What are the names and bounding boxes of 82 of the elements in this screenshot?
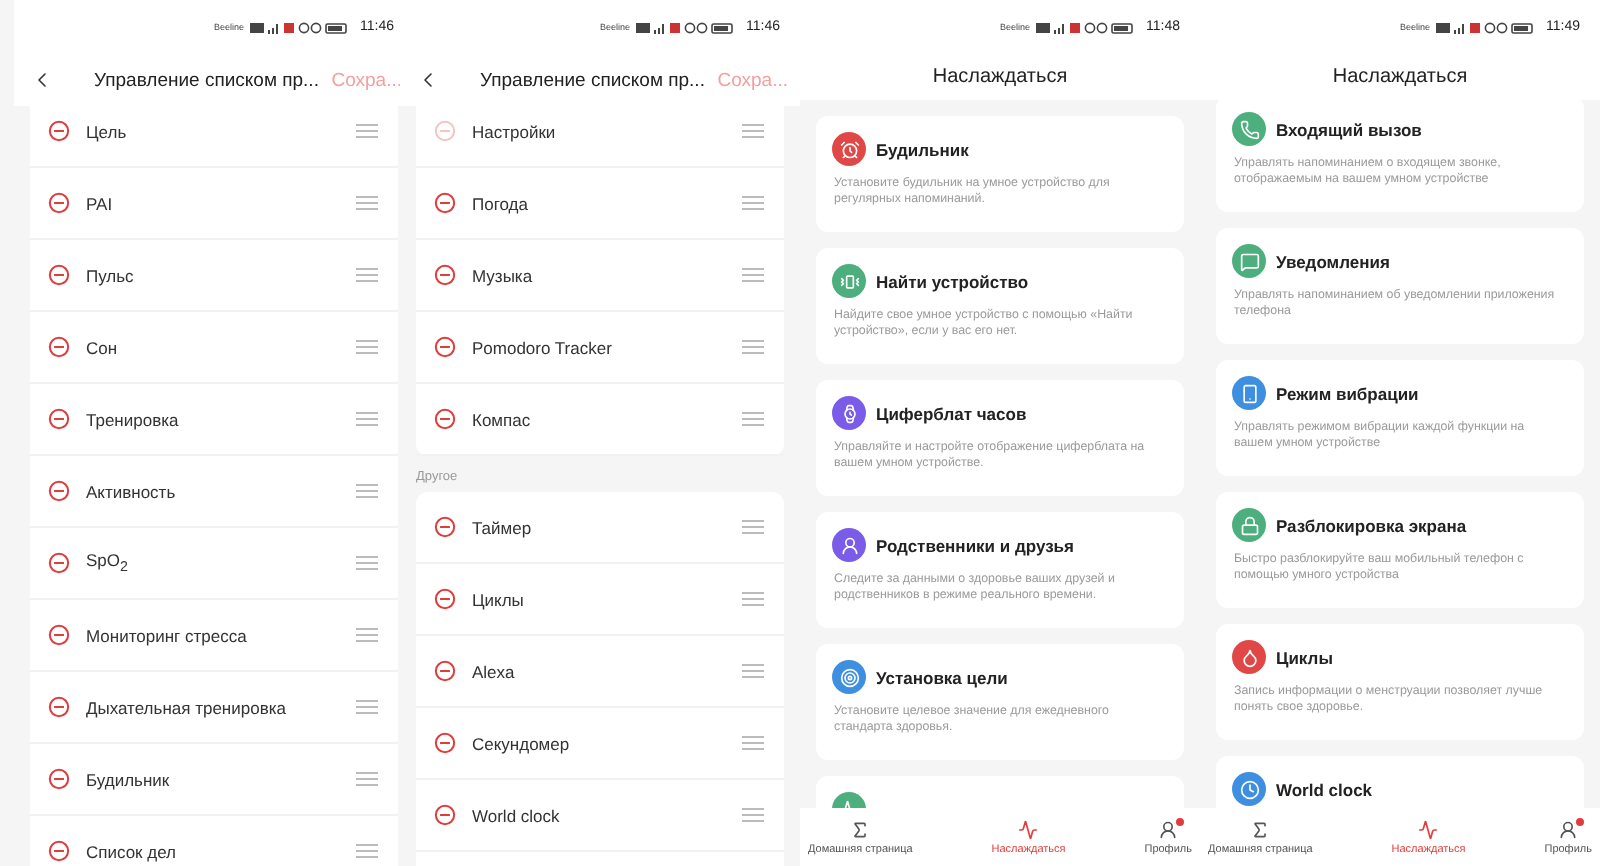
screen-title: Управление списком пр... (92, 69, 320, 91)
list-item-label: Секундомер (472, 733, 572, 753)
list-item-label: Погода (472, 193, 530, 213)
remove-icon[interactable] (48, 624, 70, 646)
remove-icon[interactable] (48, 336, 70, 358)
list-item-label: Alexa (472, 661, 517, 681)
card-title: Найти устройство (876, 271, 1029, 291)
list-item-label: Циклы (472, 589, 526, 609)
remove-icon[interactable] (48, 408, 70, 430)
remove-icon[interactable] (48, 552, 70, 574)
profile-icon (1158, 819, 1179, 839)
list-item-label: Будильник (86, 769, 172, 789)
list-item-label: Активность (86, 481, 178, 501)
sigma-icon (850, 819, 871, 839)
remove-icon[interactable] (48, 696, 70, 718)
drag-handle-icon[interactable] (742, 124, 764, 138)
card-title: World clock (1276, 779, 1373, 799)
remove-icon[interactable] (434, 192, 456, 214)
list-item-label: Список дел (86, 841, 179, 861)
remove-icon[interactable] (48, 480, 70, 502)
drag-handle-icon[interactable] (356, 268, 378, 282)
drag-handle-icon[interactable] (742, 412, 764, 426)
list-item-label: PAI (86, 193, 115, 213)
card-title: Уведомления (1276, 251, 1390, 271)
remove-icon[interactable] (48, 192, 70, 214)
remove-icon[interactable] (48, 120, 70, 142)
drag-handle-icon[interactable] (356, 700, 378, 714)
remove-icon[interactable] (434, 660, 456, 682)
card-title: Циферблат часов (876, 403, 1027, 423)
drag-handle-icon[interactable] (356, 556, 378, 570)
screen-title: Наслаждаться (1332, 66, 1468, 88)
drag-handle-icon[interactable] (742, 592, 764, 606)
list-item-label: Настройки (472, 121, 558, 141)
card-title: Установка цели (876, 667, 1008, 687)
remove-icon[interactable] (434, 516, 456, 538)
drag-handle-icon[interactable] (742, 664, 764, 678)
remove-icon[interactable] (434, 336, 456, 358)
drag-handle-icon[interactable] (356, 844, 378, 858)
remove-icon[interactable] (48, 264, 70, 286)
list-item-label: Цель (86, 121, 129, 141)
list-item-label: Компас (472, 409, 533, 429)
remove-icon[interactable] (434, 804, 456, 826)
list-item-label: Дыхательная тренировка (86, 697, 288, 717)
drag-handle-icon[interactable] (742, 736, 764, 750)
list-item-label: Таймер (472, 517, 534, 537)
drag-handle-icon[interactable] (356, 628, 378, 642)
list-item-label: Мониторинг стресса (86, 625, 249, 645)
drag-handle-icon[interactable] (742, 808, 764, 822)
list-item-label: World clock (472, 805, 562, 825)
drag-handle-icon[interactable] (742, 520, 764, 534)
drag-handle-icon[interactable] (356, 124, 378, 138)
card-title: Разблокировка экрана (1276, 515, 1467, 535)
profile-icon (1558, 819, 1579, 839)
remove-icon[interactable] (434, 408, 456, 430)
card-title: Будильник (876, 139, 969, 159)
sigma-icon (1250, 819, 1271, 839)
drag-handle-icon[interactable] (356, 196, 378, 210)
card-title: Родственники и друзья (876, 535, 1074, 555)
screen-title: Управление списком пр... (478, 69, 706, 91)
drag-handle-icon[interactable] (356, 340, 378, 354)
screen-title: Наслаждаться (932, 66, 1068, 88)
remove-icon[interactable] (434, 732, 456, 754)
list-item-label: Pomodoro Tracker (472, 337, 614, 357)
remove-icon[interactable] (434, 264, 456, 286)
list-item-label: SpO$_{2}$ (86, 550, 130, 576)
remove-icon[interactable] (48, 840, 70, 862)
drag-handle-icon[interactable] (356, 484, 378, 498)
list-item-label: Тренировка (86, 409, 181, 429)
card-title: Циклы (1276, 647, 1333, 667)
card-title: Режим вибрации (1276, 383, 1419, 403)
list-item-label: Пульс (86, 265, 136, 285)
drag-handle-icon[interactable] (356, 412, 378, 426)
list-item-label: Музыка (472, 265, 535, 285)
card-title: Входящий вызов (1276, 119, 1422, 139)
remove-icon[interactable] (48, 768, 70, 790)
remove-icon[interactable] (434, 588, 456, 610)
drag-handle-icon[interactable] (742, 340, 764, 354)
drag-handle-icon[interactable] (742, 268, 764, 282)
drag-handle-icon[interactable] (356, 772, 378, 786)
feature-card[interactable]: World clock (1216, 756, 1584, 808)
list-item-label: Сон (86, 337, 120, 357)
drag-handle-icon[interactable] (742, 196, 764, 210)
